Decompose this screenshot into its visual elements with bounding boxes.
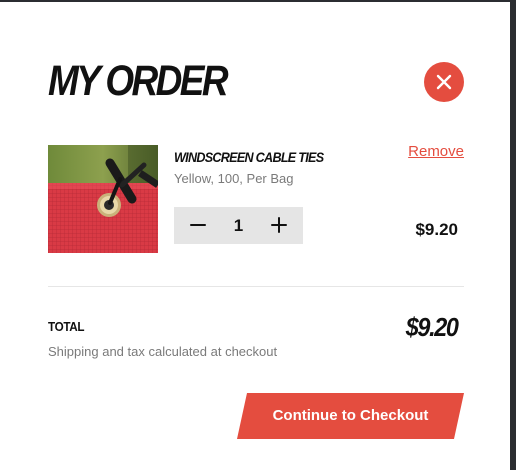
close-icon xyxy=(436,74,452,90)
quantity-stepper: 1 xyxy=(174,207,303,244)
divider xyxy=(48,286,464,287)
decrease-quantity-button[interactable] xyxy=(178,207,218,244)
total-label: TOTAL xyxy=(48,319,85,334)
page-title: MY ORDER xyxy=(48,57,229,105)
product-thumbnail xyxy=(48,145,158,253)
line-item-price: $9.20 xyxy=(415,220,458,239)
order-drawer: MY ORDER WINDSCREEN CABLE TIES Yellow, 1… xyxy=(0,0,510,470)
remove-link[interactable]: Remove xyxy=(408,143,464,160)
minus-icon xyxy=(190,224,206,226)
quantity-value: 1 xyxy=(233,216,244,235)
product-image[interactable] xyxy=(48,145,158,253)
plus-icon xyxy=(271,217,287,233)
close-button[interactable] xyxy=(424,62,464,102)
product-name[interactable]: WINDSCREEN CABLE TIES xyxy=(174,149,324,165)
checkout-button-label: Continue to Checkout xyxy=(272,407,429,424)
shipping-note: Shipping and tax calculated at checkout xyxy=(48,344,278,359)
product-variant: Yellow, 100, Per Bag xyxy=(174,171,294,186)
checkout-button[interactable]: Continue to Checkout xyxy=(237,393,464,439)
total-price: $9.20 xyxy=(406,312,459,342)
increase-quantity-button[interactable] xyxy=(259,207,299,244)
